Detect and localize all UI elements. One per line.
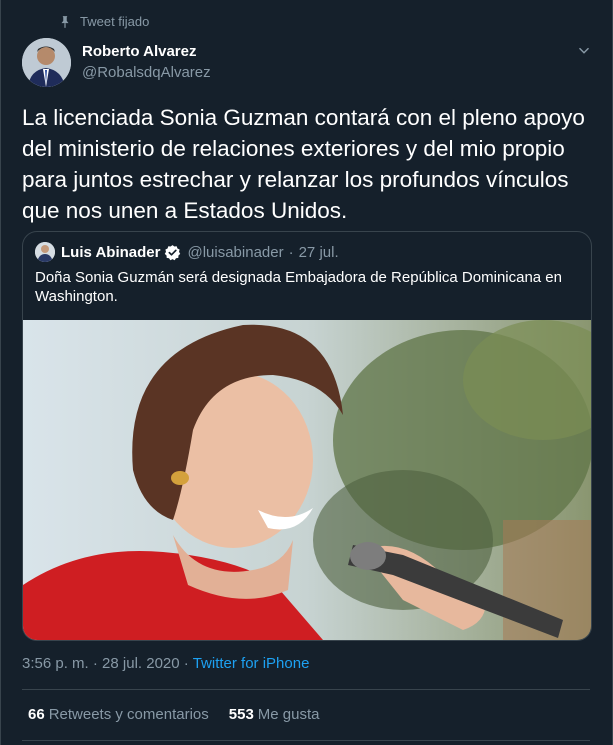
author-handle[interactable]: @RobalsdqAlvarez [82,63,211,83]
quoted-text: Doña Sonia Guzmán será designada Embajad… [35,269,562,305]
likes-stat[interactable]: 553 Me gusta [229,706,320,723]
divider [22,740,590,741]
pinned-label: Tweet fijado [80,14,150,29]
quoted-separator: · [288,243,294,261]
tweet-time[interactable]: 3:56 p. m. [22,655,89,672]
tweet-date[interactable]: 28 jul. 2020 [102,655,180,672]
author-avatar[interactable] [22,38,71,87]
pinned-indicator: Tweet fijado [58,14,149,29]
retweets-label: Retweets y comentarios [48,706,209,723]
tweet-text: La licenciada Sonia Guzman contará con e… [22,105,585,223]
avatar-portrait-image [22,38,71,87]
verified-badge-icon [165,244,181,260]
divider [22,689,590,690]
likes-count: 553 [228,706,254,723]
tweet-meta: 3:56 p. m. · 28 jul. 2020 · Twitter for … [22,655,309,672]
quoted-tweet[interactable]: Luis Abinader @luisabinader · 27 jul. Do… [22,231,592,641]
meta-separator: · [183,655,189,672]
quoted-header: Luis Abinader @luisabinader · 27 jul. [35,242,339,262]
quoted-date: 27 jul. [298,243,339,261]
author-info[interactable]: Roberto Alvarez @RobalsdqAlvarez [82,43,211,83]
quoted-author-handle: @luisabinader [187,243,284,261]
chevron-down-icon[interactable] [577,44,591,58]
likes-label: Me gusta [257,706,320,723]
quoted-author-name: Luis Abinader [61,243,161,261]
quoted-photo[interactable] [23,320,591,640]
retweets-count: 66 [28,706,45,723]
tweet-source-link[interactable]: Twitter for iPhone [193,655,310,672]
tweet-stats: 66 Retweets y comentarios 553 Me gusta [28,706,320,723]
meta-separator: · [92,655,98,672]
retweets-stat[interactable]: 66 Retweets y comentarios [28,706,209,723]
author-name[interactable]: Roberto Alvarez [82,43,211,61]
pin-icon [61,15,69,28]
quoted-avatar-image [35,242,55,262]
quoted-avatar [35,242,55,262]
